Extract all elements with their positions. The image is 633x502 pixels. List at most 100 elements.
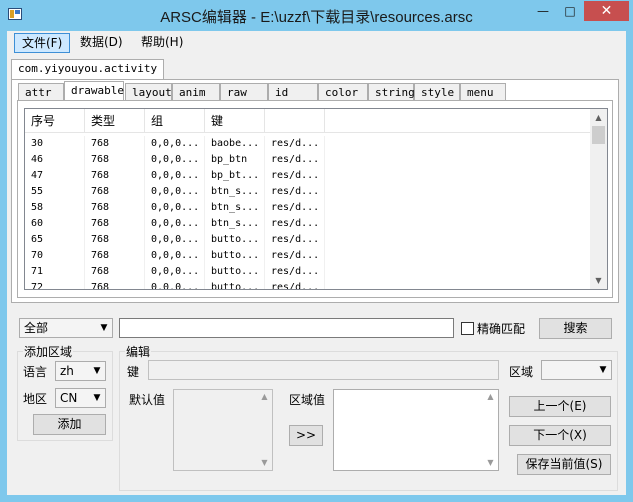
list-item[interactable]: 46 768 0,0,0... bp_btn res/d... bbox=[25, 152, 591, 168]
cell-index: 70 bbox=[25, 248, 85, 264]
title-bar[interactable]: ARSC编辑器 - E:\uzzf\下载目录\resources.arsc — … bbox=[0, 0, 633, 31]
list-header: 序号 类型 组 键 bbox=[25, 109, 591, 133]
cell-value: res/d... bbox=[265, 184, 325, 200]
exact-match-checkbox[interactable] bbox=[461, 322, 474, 335]
minimize-button[interactable]: — bbox=[530, 1, 556, 21]
next-button[interactable]: 下一个(X) bbox=[509, 425, 611, 446]
cell-key: btn_s... bbox=[205, 200, 265, 216]
list-item[interactable]: 60 768 0,0,0... btn_s... res/d... bbox=[25, 216, 591, 232]
cell-index: 30 bbox=[25, 136, 85, 152]
cell-group: 0,0,0... bbox=[145, 280, 205, 289]
cell-index: 58 bbox=[25, 200, 85, 216]
cell-index: 60 bbox=[25, 216, 85, 232]
scroll-up-icon[interactable]: ▲ bbox=[483, 390, 498, 404]
drawable-tab-panel: 序号 类型 组 键 30 768 0,0,0... baobe... res/d… bbox=[17, 100, 613, 298]
language-select[interactable]: zh ▼ bbox=[55, 361, 106, 381]
locale-select[interactable]: ▼ bbox=[541, 360, 612, 380]
copy-to-locale-button[interactable]: >> bbox=[289, 425, 323, 446]
prev-button[interactable]: 上一个(E) bbox=[509, 396, 611, 417]
cell-value: res/d... bbox=[265, 152, 325, 168]
list-item[interactable]: 65 768 0,0,0... butto... res/d... bbox=[25, 232, 591, 248]
search-button[interactable]: 搜索 bbox=[539, 318, 612, 339]
cell-type: 768 bbox=[85, 200, 145, 216]
chevron-down-icon: ▼ bbox=[93, 366, 101, 376]
cell-type: 768 bbox=[85, 168, 145, 184]
add-button[interactable]: 添加 bbox=[33, 414, 106, 435]
list-scrollbar[interactable]: ▲ ▼ bbox=[590, 109, 607, 289]
locale-value-scrollbar[interactable]: ▲ ▼ bbox=[483, 390, 498, 470]
column-header-type[interactable]: 类型 bbox=[85, 109, 145, 133]
cell-key: btn_s... bbox=[205, 216, 265, 232]
cell-group: 0,0,0... bbox=[145, 232, 205, 248]
locale-value-label: 区域值 bbox=[289, 393, 326, 407]
list-item[interactable]: 58 768 0,0,0... btn_s... res/d... bbox=[25, 200, 591, 216]
region-select[interactable]: CN ▼ bbox=[55, 388, 106, 408]
cell-value: res/d... bbox=[265, 216, 325, 232]
maximize-button[interactable]: □ bbox=[557, 1, 583, 21]
cell-type: 768 bbox=[85, 232, 145, 248]
exact-match-label[interactable]: 精确匹配 bbox=[477, 320, 525, 337]
close-button[interactable]: ✕ bbox=[584, 1, 629, 21]
cell-type: 768 bbox=[85, 264, 145, 280]
default-value-label: 默认值 bbox=[129, 393, 166, 407]
cell-index: 55 bbox=[25, 184, 85, 200]
cell-type: 768 bbox=[85, 248, 145, 264]
column-header-group[interactable]: 组 bbox=[145, 109, 205, 133]
cell-index: 72 bbox=[25, 280, 85, 289]
list-item[interactable]: 30 768 0,0,0... baobe... res/d... bbox=[25, 136, 591, 152]
menu-data[interactable]: 数据(D) bbox=[73, 33, 130, 53]
cell-key: butto... bbox=[205, 232, 265, 248]
region-value: CN bbox=[60, 391, 78, 405]
menu-file[interactable]: 文件(F) bbox=[14, 33, 71, 53]
key-label: 键 bbox=[127, 365, 140, 379]
cell-value: res/d... bbox=[265, 168, 325, 184]
scroll-thumb[interactable] bbox=[592, 126, 605, 144]
default-value-field[interactable]: ▲ ▼ bbox=[173, 389, 273, 471]
default-value-scrollbar[interactable]: ▲ ▼ bbox=[257, 390, 272, 470]
cell-value: res/d... bbox=[265, 264, 325, 280]
cell-key: butto... bbox=[205, 280, 265, 289]
cell-key: butto... bbox=[205, 248, 265, 264]
search-scope-select[interactable]: 全部 ▼ bbox=[19, 318, 113, 338]
lower-panel: 全部 ▼ 精确匹配 搜索 添加区域 语言 zh ▼ 地区 CN ▼ 添加 编辑 … bbox=[7, 307, 626, 495]
region-label: 地区 bbox=[23, 392, 48, 406]
tab-package[interactable]: com.yiyouyou.activity bbox=[11, 59, 165, 81]
cell-group: 0,0,0... bbox=[145, 264, 205, 280]
cell-index: 46 bbox=[25, 152, 85, 168]
key-field[interactable] bbox=[148, 360, 499, 380]
cell-group: 0,0,0... bbox=[145, 136, 205, 152]
column-header-key[interactable]: 键 bbox=[205, 109, 265, 133]
list-item[interactable]: 70 768 0,0,0... butto... res/d... bbox=[25, 248, 591, 264]
cell-value: res/d... bbox=[265, 232, 325, 248]
scroll-down-icon[interactable]: ▼ bbox=[483, 456, 498, 470]
list-item[interactable]: 72 768 0,0,0... butto... res/d... bbox=[25, 280, 591, 289]
column-header-index[interactable]: 序号 bbox=[25, 109, 85, 133]
scroll-up-icon[interactable]: ▲ bbox=[257, 390, 272, 404]
scroll-down-icon[interactable]: ▼ bbox=[257, 456, 272, 470]
search-input[interactable] bbox=[119, 318, 454, 338]
list-item[interactable]: 47 768 0,0,0... bp_bt... res/d... bbox=[25, 168, 591, 184]
cell-type: 768 bbox=[85, 280, 145, 289]
package-tab-panel: attr drawable layout anim raw id color s… bbox=[11, 79, 619, 303]
save-current-button[interactable]: 保存当前值(S) bbox=[517, 454, 611, 475]
cell-value: res/d... bbox=[265, 200, 325, 216]
column-header-value[interactable] bbox=[265, 109, 325, 133]
language-label: 语言 bbox=[23, 365, 48, 379]
list-item[interactable]: 55 768 0,0,0... btn_s... res/d... bbox=[25, 184, 591, 200]
add-region-title: 添加区域 bbox=[23, 343, 74, 360]
cell-group: 0,0,0... bbox=[145, 200, 205, 216]
cell-group: 0,0,0... bbox=[145, 248, 205, 264]
resource-list[interactable]: 序号 类型 组 键 30 768 0,0,0... baobe... res/d… bbox=[24, 108, 608, 290]
scroll-up-icon[interactable]: ▲ bbox=[590, 109, 607, 126]
cell-group: 0,0,0... bbox=[145, 184, 205, 200]
list-item[interactable]: 71 768 0,0,0... butto... res/d... bbox=[25, 264, 591, 280]
cell-group: 0,0,0... bbox=[145, 168, 205, 184]
cell-type: 768 bbox=[85, 152, 145, 168]
scroll-down-icon[interactable]: ▼ bbox=[590, 272, 607, 289]
cell-value: res/d... bbox=[265, 280, 325, 289]
chevron-down-icon: ▼ bbox=[599, 365, 607, 375]
locale-value-field[interactable]: ▲ ▼ bbox=[333, 389, 499, 471]
menu-help[interactable]: 帮助(H) bbox=[134, 33, 190, 53]
cell-value: res/d... bbox=[265, 248, 325, 264]
edit-title: 编辑 bbox=[125, 343, 152, 360]
